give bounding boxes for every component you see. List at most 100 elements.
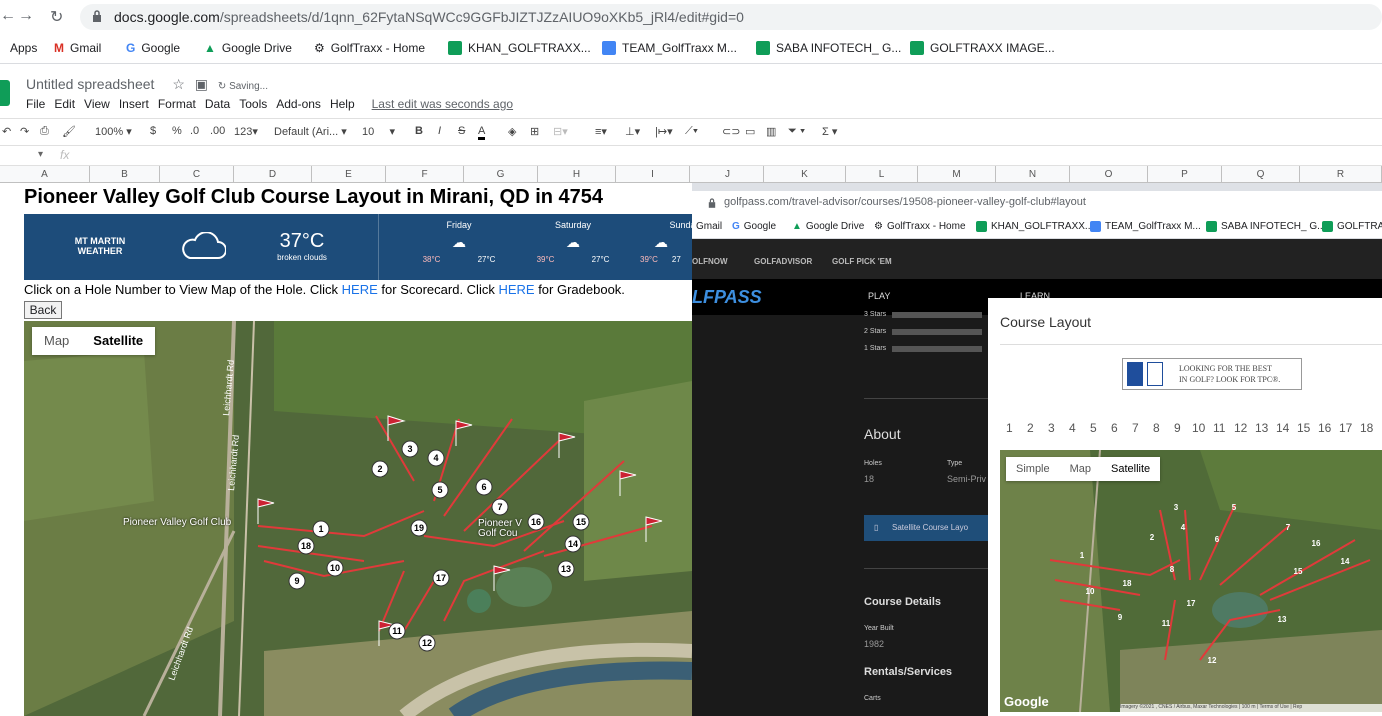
formula-bar[interactable]: ▾ fx [0,146,1382,166]
align-vertical-icon[interactable]: ⊥▾ [625,125,640,138]
bookmark-team[interactable]: TEAM_GolfTraxx M... [1090,221,1201,232]
tpc-ad-banner[interactable]: LOOKING FOR THE BEST IN GOLF? LOOK FOR TP… [1122,358,1302,390]
hole-tab-8[interactable]: 8 [1153,421,1160,435]
back-arrow-icon[interactable]: ← [0,7,16,25]
bookmark-golftraxx-image[interactable]: GOLFTRAXX IMAGE... [910,41,1055,55]
menu-insert[interactable]: Insert [119,97,149,111]
percent-button[interactable]: % [172,125,182,137]
column-header[interactable]: D [234,166,312,183]
bookmark-khan[interactable]: KHAN_GOLFTRAXX... [448,41,591,55]
italic-button[interactable]: I [438,125,441,137]
text-color-button[interactable]: A [478,125,486,140]
menu-help[interactable]: Help [330,97,355,111]
column-header[interactable]: J [692,166,764,183]
column-header[interactable]: H [538,166,616,183]
document-title[interactable]: Untitled spreadsheet [26,76,154,92]
insert-chart-icon[interactable]: ▥ [766,125,776,138]
satellite-button[interactable]: Satellite [81,327,155,355]
course-satellite-map[interactable]: 12 34 56 78 9 10 11 12 13 14 15 16 17 18 Simp… [1000,450,1382,712]
column-header[interactable]: L [846,166,918,183]
scorecard-link[interactable]: HERE [342,282,378,297]
functions-icon[interactable]: Σ ▾ [822,125,837,138]
last-edit-link[interactable]: Last edit was seconds ago [372,97,513,111]
hole-tab-3[interactable]: 3 [1048,421,1055,435]
fill-color-icon[interactable]: ◈ [508,125,516,138]
star-icon[interactable]: ☆ [172,76,185,92]
reload-icon[interactable]: ↻ [50,7,63,27]
golfpass-logo[interactable]: LFPASS [692,287,762,308]
bookmark-golftraxx-image[interactable]: GOLFTRAXX [1322,221,1382,232]
column-header[interactable]: I [616,166,690,183]
menu-file[interactable]: File [26,97,45,111]
text-rotate-icon[interactable]: ⟋▾ [685,125,698,138]
bookmark-gmail[interactable]: M Gmail [54,41,101,55]
column-header[interactable]: P [1148,166,1222,183]
hole-tab-4[interactable]: 4 [1069,421,1076,435]
insert-comment-icon[interactable]: ▭ [745,125,755,138]
bookmark-golftraxx[interactable]: ⚙ GolfTraxx - Home [874,221,966,232]
hole-tab-7[interactable]: 7 [1132,421,1139,435]
nav-golfnow[interactable]: OLFNOW [692,257,728,266]
hole-tab-2[interactable]: 2 [1027,421,1034,435]
column-header[interactable]: M [918,166,996,183]
back-button[interactable]: Back [24,301,62,319]
hole-tab-15[interactable]: 15 [1297,421,1310,435]
column-header[interactable]: G [464,166,538,183]
hole-tab-13[interactable]: 13 [1255,421,1268,435]
undo-icon[interactable]: ↶ [2,125,11,138]
bookmark-google[interactable]: G Google [732,221,776,232]
map-button[interactable]: Map [32,327,81,355]
column-header[interactable]: N [996,166,1070,183]
increase-decimal-button[interactable]: .00 [210,125,225,137]
hole-tab-11[interactable]: 11 [1213,421,1225,435]
address-bar[interactable]: docs.google.com/spreadsheets/d/1qnn_62Fy… [80,4,1382,30]
menu-data[interactable]: Data [205,97,230,111]
menu-edit[interactable]: Edit [54,97,75,111]
merge-cells-icon[interactable]: ⊟▾ [553,125,568,138]
column-header[interactable]: A [0,166,90,183]
hole-tab-6[interactable]: 6 [1111,421,1118,435]
column-header[interactable]: E [312,166,386,183]
print-icon[interactable]: ⎙ [40,125,49,138]
hole-tab-9[interactable]: 9 [1174,421,1181,435]
hole-tab-5[interactable]: 5 [1090,421,1097,435]
bookmark-google[interactable]: G Google [126,41,180,55]
hole-tab-18[interactable]: 18 [1360,421,1373,435]
column-header[interactable]: K [764,166,846,183]
weather-widget[interactable]: MT MARTIN WEATHER 37°C broken clouds Frid… [24,214,692,280]
zoom-select[interactable]: 100% ▾ [95,125,132,138]
nav-play[interactable]: PLAY [868,291,890,301]
hole-tab-16[interactable]: 16 [1318,421,1331,435]
satellite-layout-button[interactable]: ▯ Satellite Course Layo [864,515,988,541]
borders-icon[interactable]: ⊞ [530,125,539,138]
column-header[interactable]: C [160,166,234,183]
bookmark-golftraxx[interactable]: ⚙ GolfTraxx - Home [314,41,425,55]
map-button[interactable]: Map [1060,457,1101,481]
column-header[interactable]: F [386,166,464,183]
text-wrap-icon[interactable]: |↦▾ [655,125,673,138]
nav-golfadvisor[interactable]: GOLFADVISOR [754,257,812,266]
menu-format[interactable]: Format [158,97,196,111]
column-header[interactable]: R [1300,166,1382,183]
column-header[interactable]: B [90,166,160,183]
bookmark-saba[interactable]: SABA INFOTECH_ G... [1206,221,1325,232]
currency-button[interactable]: $ [150,125,156,137]
font-size-select[interactable]: 10 ▾ [362,125,395,138]
more-formats-button[interactable]: 123▾ [234,125,258,138]
align-horizontal-icon[interactable]: ≡▾ [595,125,607,138]
bookmark-drive[interactable]: ▲ Google Drive [204,41,292,55]
column-header[interactable]: Q [1222,166,1300,183]
sheets-logo-icon[interactable] [0,80,10,106]
paint-format-icon[interactable]: 🖌 [62,125,76,138]
filter-icon[interactable]: ⏷ ▾ [788,125,805,138]
redo-icon[interactable]: ↷ [20,125,29,138]
hole-tab-12[interactable]: 12 [1234,421,1247,435]
hole-tab-14[interactable]: 14 [1276,421,1289,435]
bookmark-drive[interactable]: ▲ Google Drive [792,221,864,232]
column-header[interactable]: O [1070,166,1148,183]
bookmark-team[interactable]: TEAM_GolfTraxx M... [602,41,737,55]
simple-button[interactable]: Simple [1006,457,1060,481]
bookmark-gmail[interactable]: Gmail [696,221,722,232]
address-bar[interactable]: golfpass.com/travel-advisor/courses/1950… [692,191,1382,215]
nav-pickem[interactable]: GOLF PICK 'EM [832,257,892,266]
